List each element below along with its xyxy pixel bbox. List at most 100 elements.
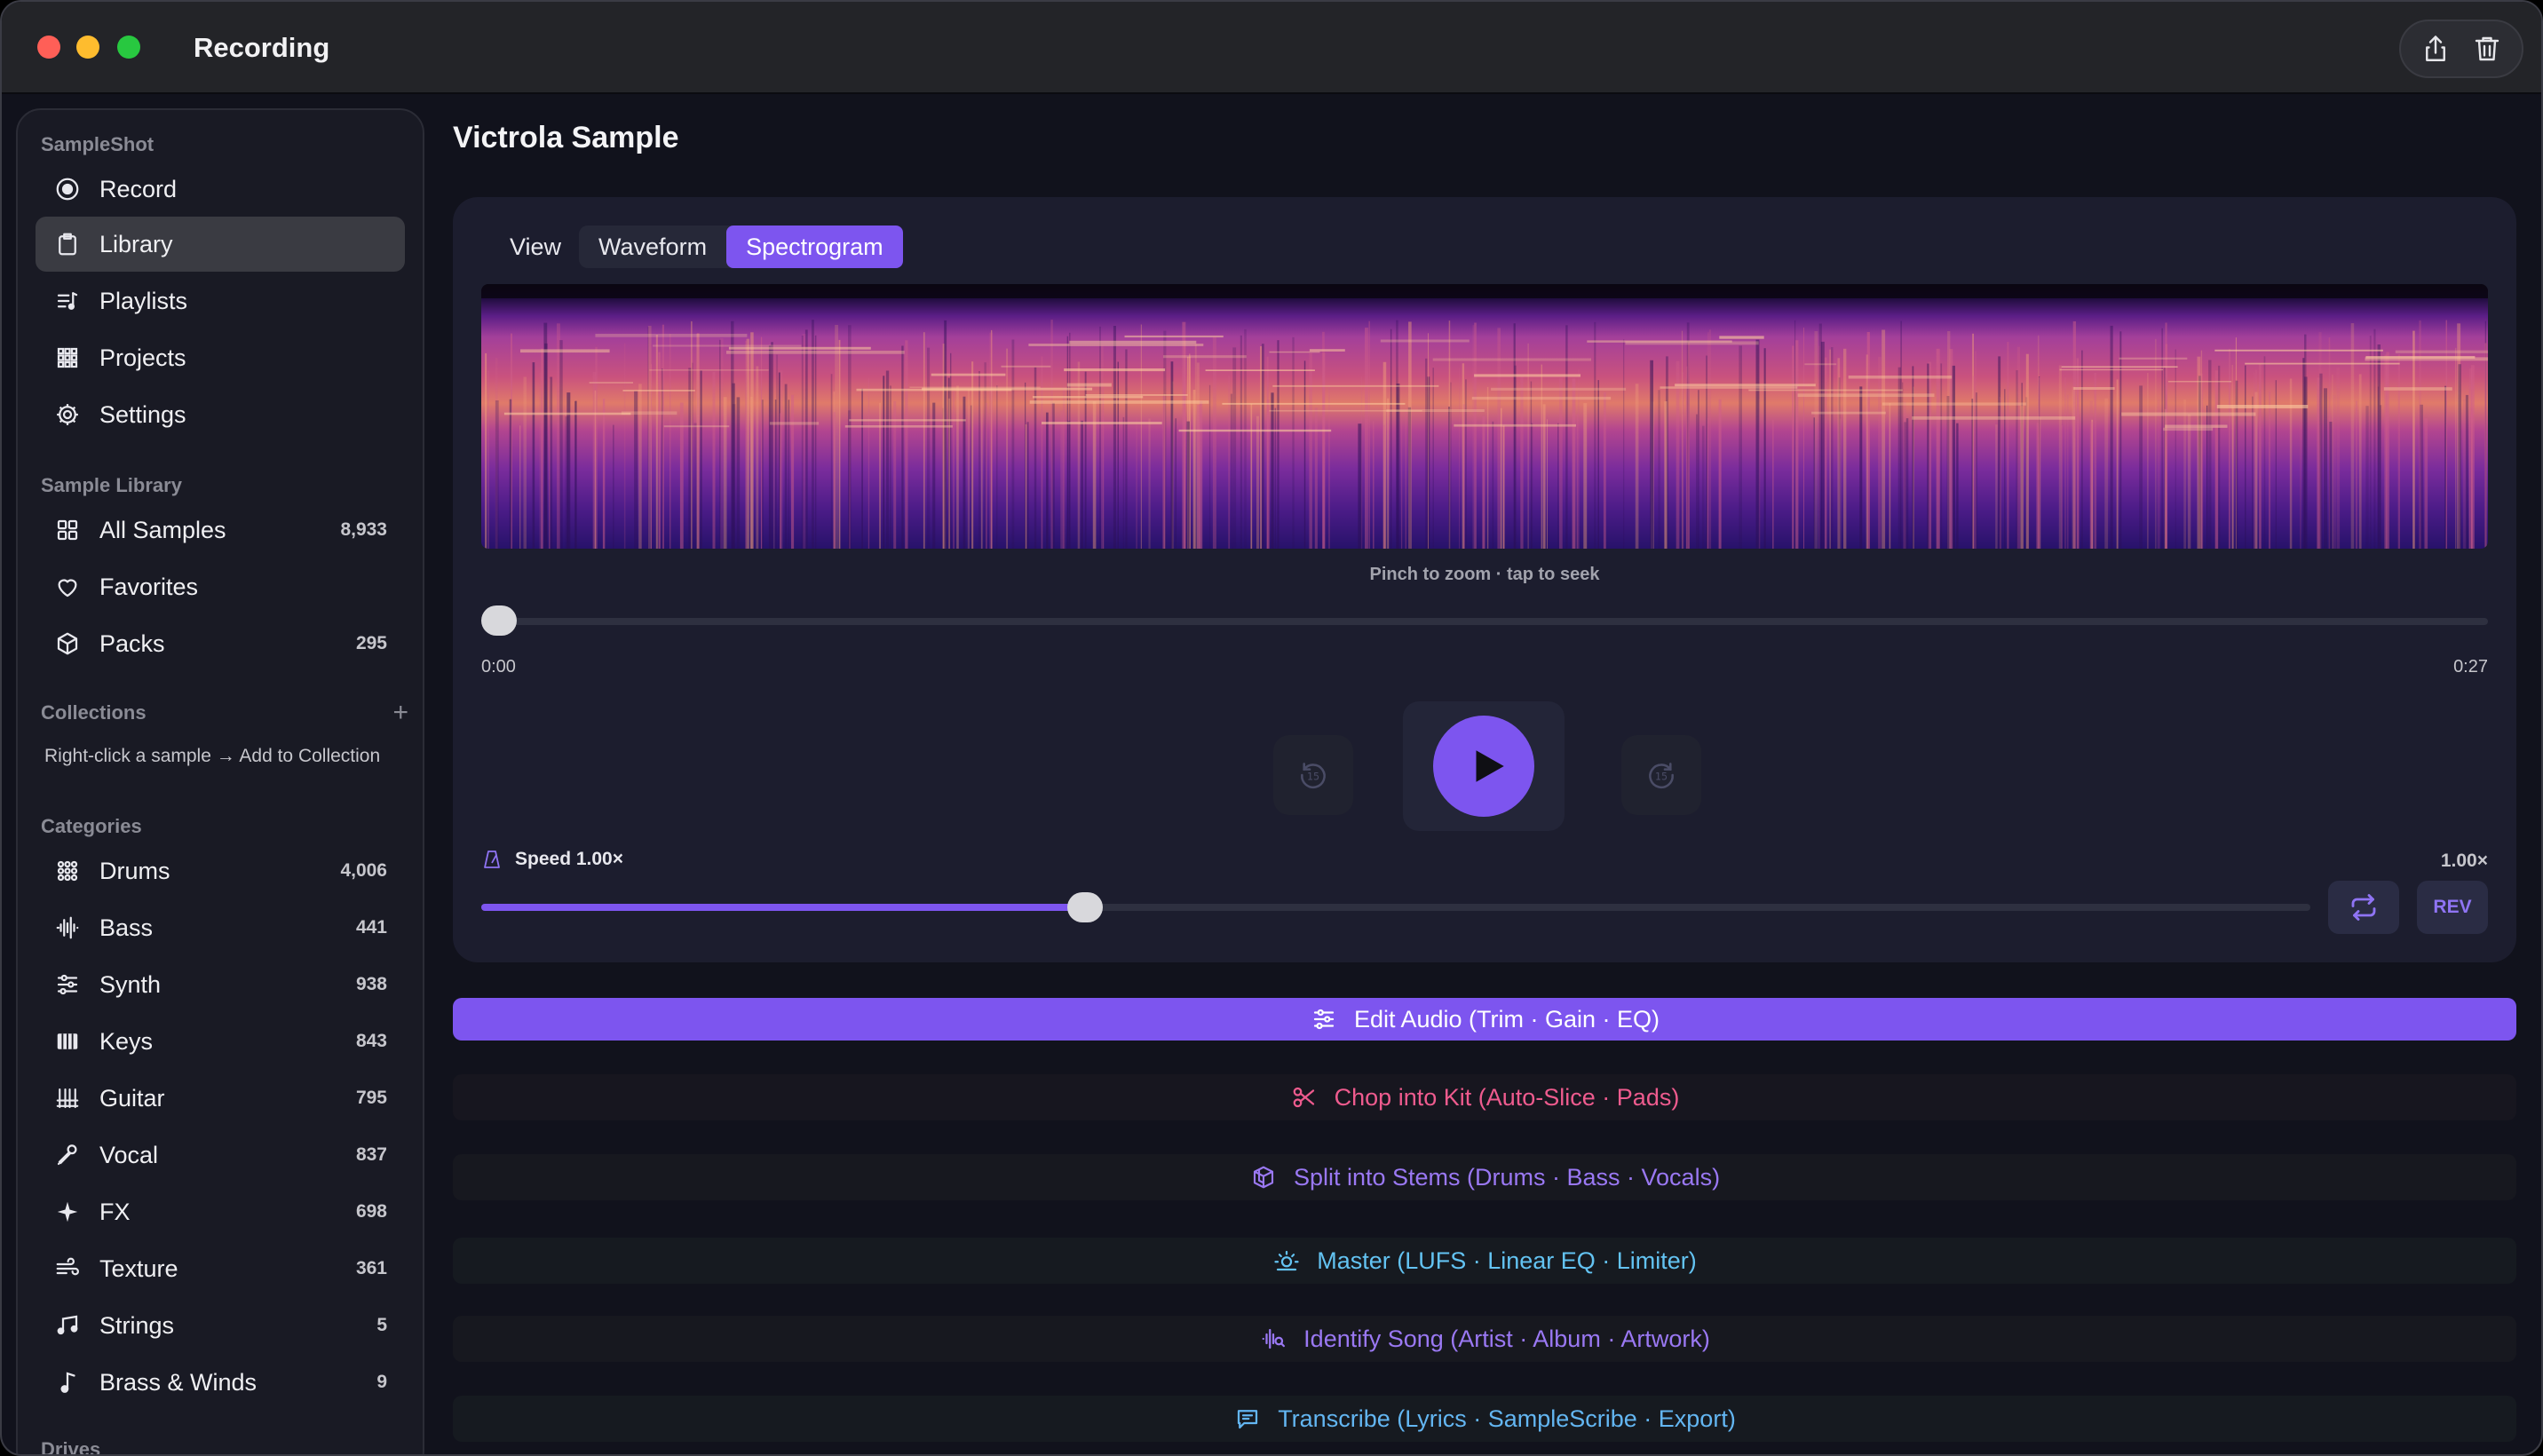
skip-forward-button[interactable]: 15 bbox=[1621, 735, 1701, 815]
zoom-window-button[interactable] bbox=[117, 36, 140, 59]
speed-slider-knob[interactable] bbox=[1066, 892, 1103, 922]
spectrogram-streak bbox=[2072, 386, 2076, 549]
spectrogram-streak bbox=[1772, 419, 1774, 549]
sidebar-item-synth[interactable]: Synth 938 bbox=[36, 957, 405, 1012]
spectrogram-streak bbox=[541, 348, 543, 549]
title-bar: Recording bbox=[2, 2, 2541, 94]
spectrogram-harmonic bbox=[1029, 400, 1209, 404]
sidebar-item-label: Drums bbox=[99, 857, 170, 884]
spectrogram-streak bbox=[784, 384, 788, 549]
reverse-button[interactable]: REV bbox=[2417, 881, 2488, 934]
spectrogram-streak bbox=[838, 339, 841, 549]
identify-song-button[interactable]: Identify Song (Artist · Album · Artwork) bbox=[453, 1316, 2516, 1362]
spectrogram-streak bbox=[1597, 380, 1599, 549]
sidebar-item-playlists[interactable]: Playlists bbox=[36, 273, 405, 328]
sidebar-item-settings[interactable]: Settings bbox=[36, 387, 405, 442]
spectrogram-streak bbox=[1122, 416, 1125, 549]
spectrogram-streak bbox=[2231, 365, 2233, 549]
spectrogram-streak bbox=[1859, 386, 1863, 549]
spectrogram-streak bbox=[2355, 400, 2358, 549]
transcribe-button[interactable]: Transcribe (Lyrics · SampleScribe · Expo… bbox=[453, 1396, 2516, 1442]
spectrogram-harmonic bbox=[1064, 368, 1166, 372]
item-count: 441 bbox=[355, 917, 387, 938]
spectrogram-streak bbox=[1197, 404, 1200, 549]
chop-into-kit-button[interactable]: Chop into Kit (Auto-Slice · Pads) bbox=[453, 1074, 2516, 1120]
tab-waveform[interactable]: Waveform bbox=[579, 226, 726, 268]
spectrogram-harmonic bbox=[2214, 349, 2383, 352]
spectrogram-streak bbox=[1448, 407, 1450, 549]
playlist-icon bbox=[53, 287, 82, 315]
sidebar-item-all-samples[interactable]: All Samples 8,933 bbox=[36, 502, 405, 558]
spectrogram-streak bbox=[905, 340, 908, 549]
spectrogram-streak bbox=[2157, 399, 2160, 549]
share-icon[interactable] bbox=[2420, 33, 2452, 65]
spectrogram-harmonic bbox=[2163, 427, 2214, 431]
spectrogram-streak bbox=[1232, 347, 1237, 549]
spectrogram-harmonic bbox=[1205, 369, 1315, 371]
add-collection-button[interactable]: + bbox=[392, 700, 408, 726]
spectrogram-harmonic bbox=[520, 349, 610, 353]
spectrogram-streak bbox=[996, 385, 998, 549]
spectrogram-streak bbox=[1084, 371, 1087, 549]
spectrogram-streak bbox=[2365, 406, 2369, 549]
trash-icon[interactable] bbox=[2471, 33, 2503, 65]
sidebar-item-favorites[interactable]: Favorites bbox=[36, 559, 405, 614]
sidebar-item-texture[interactable]: Texture 361 bbox=[36, 1241, 405, 1296]
chat-bubble-icon bbox=[1233, 1405, 1262, 1433]
spectrogram-streak bbox=[2465, 394, 2468, 549]
spectrogram-streak bbox=[1103, 384, 1105, 549]
sidebar-item-fx[interactable]: FX 698 bbox=[36, 1184, 405, 1239]
play-button-container bbox=[1403, 701, 1565, 831]
skip-back-button[interactable]: 15 bbox=[1273, 735, 1353, 815]
spectrogram-harmonic bbox=[1912, 416, 2076, 420]
spectrogram-streak bbox=[550, 376, 553, 549]
sidebar-section-drives: Drives bbox=[41, 1438, 101, 1456]
spectrogram-streak bbox=[1803, 327, 1804, 549]
spectrogram-harmonic bbox=[2365, 357, 2488, 361]
play-button[interactable] bbox=[1433, 716, 1534, 817]
sidebar-item-packs[interactable]: Packs 295 bbox=[36, 616, 405, 671]
sidebar-item-drums[interactable]: Drums 4,006 bbox=[36, 843, 405, 898]
spectrogram-streak bbox=[1261, 344, 1264, 549]
sidebar-item-keys[interactable]: Keys 843 bbox=[36, 1014, 405, 1069]
split-into-stems-button[interactable]: Split into Stems (Drums · Bass · Vocals) bbox=[453, 1154, 2516, 1200]
sidebar-item-bass[interactable]: Bass 441 bbox=[36, 900, 405, 955]
spectrogram-streak bbox=[1486, 386, 1489, 549]
spectrogram-streak bbox=[1650, 360, 1653, 549]
sidebar-item-vocal[interactable]: Vocal 837 bbox=[36, 1128, 405, 1183]
tab-spectrogram[interactable]: Spectrogram bbox=[726, 226, 903, 268]
seek-knob[interactable] bbox=[481, 605, 517, 636]
sidebar-item-library[interactable]: Library bbox=[36, 217, 405, 272]
sidebar-item-record[interactable]: Record bbox=[36, 162, 405, 217]
sidebar-item-brass-winds[interactable]: Brass & Winds 9 bbox=[36, 1355, 405, 1410]
spectrogram-streak bbox=[1698, 390, 1699, 549]
spectrogram-harmonic bbox=[2059, 368, 2164, 371]
view-switcher: View Waveform Spectrogram bbox=[488, 226, 903, 268]
action-label: Identify Song (Artist · Album · Artwork) bbox=[1303, 1325, 1710, 1352]
seek-track[interactable] bbox=[481, 618, 2488, 625]
time-end: 0:27 bbox=[2453, 657, 2488, 677]
speed-slider-track[interactable] bbox=[481, 904, 2310, 911]
spectrogram-streak bbox=[1271, 392, 1274, 549]
edit-audio-button[interactable]: Edit Audio (Trim · Gain · EQ) bbox=[453, 998, 2516, 1041]
spectrogram-streak bbox=[732, 383, 735, 549]
spectrogram-streak bbox=[1956, 423, 1959, 549]
spectrogram-view[interactable] bbox=[481, 284, 2488, 549]
wind-icon bbox=[53, 1254, 82, 1283]
zoom-hint: Pinch to zoom · tap to seek bbox=[1369, 565, 1600, 584]
sidebar-item-guitar[interactable]: Guitar 795 bbox=[36, 1071, 405, 1126]
spectrogram-streak bbox=[2369, 336, 2372, 549]
sidebar-item-label: Library bbox=[99, 230, 173, 257]
speed-row: Speed 1.00× bbox=[481, 849, 623, 870]
master-button[interactable]: Master (LUFS · Linear EQ · Limiter) bbox=[453, 1238, 2516, 1284]
sidebar-item-projects[interactable]: Projects bbox=[36, 330, 405, 385]
sidebar-item-strings[interactable]: Strings 5 bbox=[36, 1298, 405, 1353]
loop-button[interactable] bbox=[2328, 881, 2399, 934]
spectrogram-streak bbox=[861, 388, 863, 549]
spectrogram-streak bbox=[1067, 421, 1071, 549]
sidebar-item-label: Favorites bbox=[99, 573, 199, 600]
sidebar-section-app: SampleShot bbox=[41, 133, 154, 155]
close-window-button[interactable] bbox=[37, 36, 60, 59]
minimize-window-button[interactable] bbox=[76, 36, 99, 59]
sidebar-item-label: FX bbox=[99, 1198, 131, 1225]
